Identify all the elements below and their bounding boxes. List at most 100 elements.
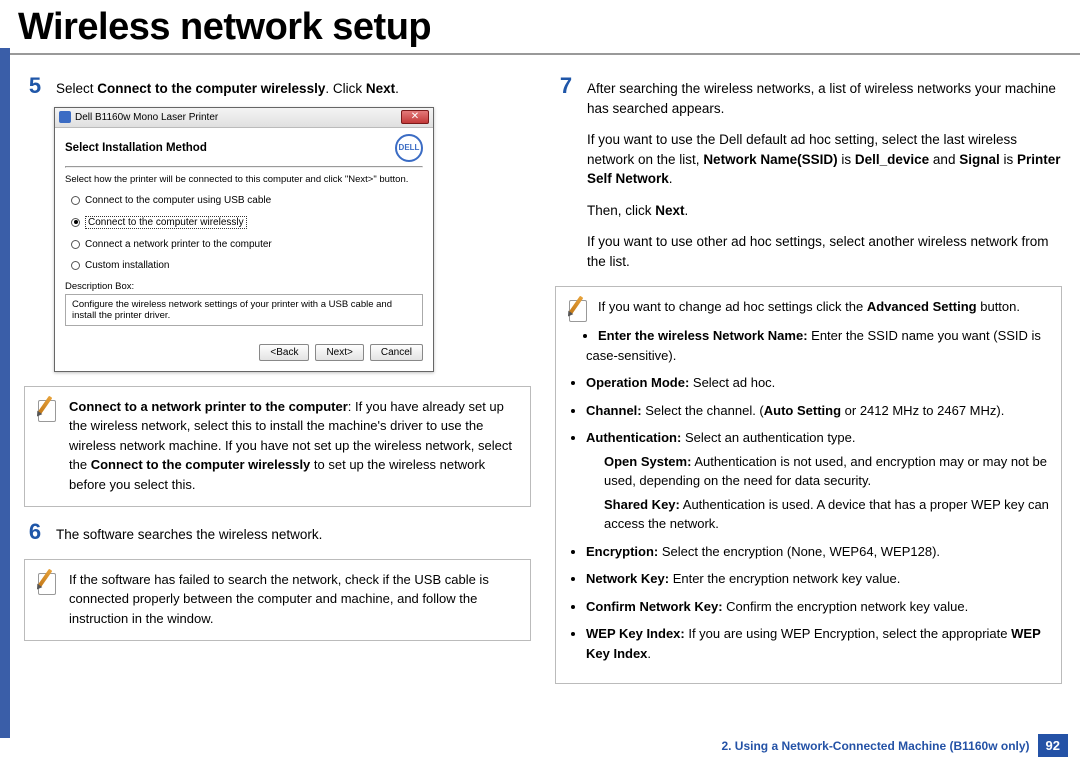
text: Then, click [587, 203, 655, 218]
text: button. [977, 299, 1020, 314]
dell-logo: DELL [395, 134, 423, 162]
radio-wireless[interactable]: Connect to the computer wirelessly [71, 216, 417, 229]
radio-custom[interactable]: Custom installation [71, 260, 417, 271]
back-button[interactable]: <Back [259, 344, 309, 361]
list-item: Enter the wireless Network Name: Enter t… [586, 326, 1049, 365]
step-6: 6 The software searches the wireless net… [24, 521, 531, 545]
radio-icon [71, 196, 80, 205]
bold: Encryption: [586, 544, 658, 559]
sub-item: Shared Key: Authentication is used. A de… [604, 495, 1049, 534]
cancel-button[interactable]: Cancel [370, 344, 423, 361]
step-5: 5 Select Connect to the computer wireles… [24, 75, 531, 99]
text: . Click [325, 81, 366, 96]
list-item: Confirm Network Key: Confirm the encrypt… [586, 597, 1049, 617]
left-column: 5 Select Connect to the computer wireles… [24, 65, 531, 698]
dialog-heading: Select Installation Method DELL [65, 134, 423, 166]
list-item: WEP Key Index: If you are using WEP Encr… [586, 624, 1049, 663]
text: . [647, 646, 651, 661]
text: Select the channel. ( [642, 403, 764, 418]
bold: Enter the wireless Network Name: [598, 328, 808, 343]
bold: Next [655, 203, 684, 218]
step-body: Select Connect to the computer wirelessl… [56, 75, 399, 99]
text: is [1000, 152, 1017, 167]
bold: Operation Mode: [586, 375, 689, 390]
list-item: Encryption: Select the encryption (None,… [586, 542, 1049, 562]
pencil-note-icon [37, 570, 59, 596]
note-text: If the software has failed to search the… [69, 570, 518, 629]
radio-label: Connect to the computer wirelessly [85, 216, 247, 229]
text: Select ad hoc. [689, 375, 775, 390]
sub-item: Open System: Authentication is not used,… [604, 452, 1049, 491]
text: Select the encryption (None, WEP64, WEP1… [658, 544, 940, 559]
app-icon [59, 111, 71, 123]
note-body: If you want to change ad hoc settings cl… [568, 297, 1049, 664]
radio-icon [71, 218, 80, 227]
chapter-label: 2. Using a Network-Connected Machine (B1… [721, 739, 1029, 753]
bold: Channel: [586, 403, 642, 418]
radio-network-printer[interactable]: Connect a network printer to the compute… [71, 239, 417, 250]
step-body: The software searches the wireless netwo… [56, 521, 322, 545]
bold: Shared Key: [604, 497, 680, 512]
note-step6: If the software has failed to search the… [24, 559, 531, 642]
text: Enter the encryption network key value. [669, 571, 900, 586]
sidebar-strip [0, 48, 10, 738]
paragraph: Then, click Next. [587, 201, 1062, 221]
paragraph: If you want to use other ad hoc settings… [587, 232, 1062, 271]
radio-icon [71, 240, 80, 249]
radio-label: Custom installation [85, 260, 169, 271]
list-item: Network Key: Enter the encryption networ… [586, 569, 1049, 589]
step-number: 5 [24, 75, 46, 99]
step-number: 6 [24, 521, 46, 545]
text: . [669, 171, 673, 186]
description-label: Description Box: [65, 281, 423, 292]
text: . [685, 203, 689, 218]
step-body: After searching the wireless networks, a… [587, 75, 1062, 272]
dialog-titlebar: Dell B1160w Mono Laser Printer ✕ [55, 108, 433, 128]
text: If you are using WEP Encryption, select … [685, 626, 1011, 641]
page-number: 92 [1038, 734, 1068, 757]
step-number: 7 [555, 75, 577, 272]
radio-usb[interactable]: Connect to the computer using USB cable [71, 195, 417, 206]
bold: Network Name(SSID) [703, 152, 837, 167]
radio-label: Connect a network printer to the compute… [85, 239, 272, 250]
dialog-title: Dell B1160w Mono Laser Printer [75, 112, 218, 123]
next-button[interactable]: Next> [315, 344, 363, 361]
note-step5: Connect to a network printer to the comp… [24, 386, 531, 508]
description-box: Configure the wireless network settings … [65, 294, 423, 326]
bold: Advanced Setting [867, 299, 977, 314]
text: and [929, 152, 959, 167]
bold: Network Key: [586, 571, 669, 586]
text: If you want to change ad hoc settings cl… [598, 299, 867, 314]
text: Select an authentication type. [681, 430, 855, 445]
list-item: Authentication: Select an authentication… [586, 428, 1049, 534]
bold: Signal [959, 152, 1000, 167]
note-intro: If you want to change ad hoc settings cl… [568, 297, 1049, 317]
note-text: Connect to a network printer to the comp… [69, 397, 518, 495]
bold: Next [366, 81, 395, 96]
bold: Open System: [604, 454, 691, 469]
list-item: Operation Mode: Select ad hoc. [586, 373, 1049, 393]
bold: Dell_device [855, 152, 929, 167]
bold: Auto Setting [764, 403, 841, 418]
title-rule [0, 53, 1080, 55]
text: or 2412 MHz to 2467 MHz). [841, 403, 1004, 418]
bold: Connect to the computer wirelessly [97, 81, 325, 96]
pencil-note-icon [37, 397, 59, 423]
pencil-note-icon [568, 297, 590, 323]
install-dialog: Dell B1160w Mono Laser Printer ✕ Select … [54, 107, 434, 372]
bold: Confirm Network Key: [586, 599, 723, 614]
step-7: 7 After searching the wireless networks,… [555, 75, 1062, 272]
dialog-rule [65, 166, 423, 168]
two-column-layout: 5 Select Connect to the computer wireles… [0, 65, 1080, 698]
bold: Authentication: [586, 430, 681, 445]
radio-label: Connect to the computer using USB cable [85, 195, 271, 206]
note-step7: If you want to change ad hoc settings cl… [555, 286, 1062, 685]
bold: WEP Key Index: [586, 626, 685, 641]
list-item: Channel: Select the channel. (Auto Setti… [586, 401, 1049, 421]
paragraph: If you want to use the Dell default ad h… [587, 130, 1062, 189]
radio-icon [71, 261, 80, 270]
close-button[interactable]: ✕ [401, 110, 429, 124]
text: is [838, 152, 855, 167]
text: . [395, 81, 399, 96]
right-column: 7 After searching the wireless networks,… [555, 65, 1062, 698]
